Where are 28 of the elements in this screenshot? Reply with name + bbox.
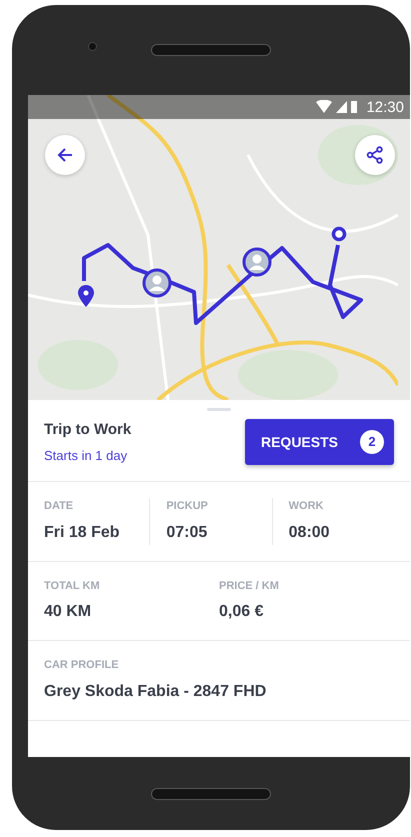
trip-title: Trip to Work bbox=[44, 420, 132, 440]
requests-button[interactable]: REQUESTS 2 bbox=[244, 419, 394, 465]
avatar-marker[interactable] bbox=[142, 268, 172, 298]
back-arrow-icon bbox=[56, 146, 74, 164]
field-value: 0,06 € bbox=[219, 602, 264, 622]
field-value: Grey Skoda Fabia - 2847 FHD bbox=[44, 682, 268, 702]
field-label: TOTAL KM bbox=[44, 578, 101, 594]
avatar-marker[interactable] bbox=[242, 247, 272, 277]
field-label: CAR PROFILE bbox=[44, 658, 120, 673]
field-value: Fri 18 Feb bbox=[44, 522, 121, 542]
drag-handle[interactable] bbox=[207, 408, 231, 411]
location-pin-icon bbox=[78, 285, 94, 307]
camera-icon bbox=[88, 42, 97, 51]
field-label: WORK bbox=[288, 499, 324, 514]
field-value: 40 KM bbox=[44, 602, 92, 622]
field-label: PRICE / KM bbox=[219, 578, 280, 594]
share-icon bbox=[366, 146, 384, 164]
request-count-badge: 2 bbox=[360, 430, 384, 454]
status-icons bbox=[316, 100, 358, 114]
field-label: PICKUP bbox=[166, 499, 209, 514]
status-time: 12:30 bbox=[366, 98, 404, 118]
field-value: 07:05 bbox=[166, 522, 208, 542]
back-button[interactable] bbox=[45, 135, 85, 175]
field-label: DATE bbox=[44, 499, 74, 514]
trip-start-info: Starts in 1 day bbox=[44, 446, 128, 465]
destination-marker bbox=[331, 226, 347, 242]
field-value: 08:00 bbox=[288, 522, 331, 542]
map[interactable]: 12:30 bbox=[28, 95, 410, 400]
